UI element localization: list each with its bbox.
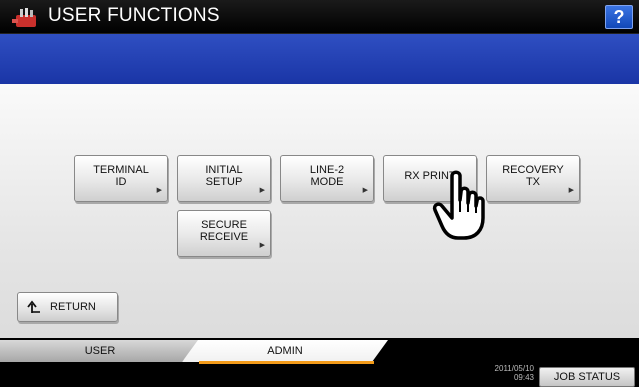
tab-bar: USER ADMIN: [0, 338, 639, 362]
submenu-arrow-icon: ▶: [259, 242, 265, 249]
tab-admin[interactable]: ADMIN: [182, 340, 388, 362]
date-text: 2011/05/10: [494, 364, 534, 373]
job-status-button[interactable]: JOB STATUS: [539, 367, 635, 387]
recovery-tx-button[interactable]: RECOVERY TX ▶: [486, 155, 580, 202]
help-button[interactable]: ?: [605, 5, 633, 29]
button-label: TERMINAL ID: [93, 163, 149, 188]
title-bar: USER FUNCTIONS ?: [0, 0, 639, 34]
submenu-arrow-icon: ▶: [156, 187, 162, 194]
hand-pointer-icon: [432, 170, 485, 240]
submenu-arrow-icon: ▶: [259, 187, 265, 194]
tools-icon: [12, 8, 36, 27]
info-band: [0, 34, 639, 84]
datetime-display: 2011/05/10 09:43: [492, 364, 534, 382]
tab-user[interactable]: USER: [0, 340, 200, 362]
return-label: RETURN: [50, 301, 96, 313]
page-title: USER FUNCTIONS: [48, 5, 220, 26]
submenu-arrow-icon: ▶: [362, 187, 368, 194]
return-button[interactable]: RETURN: [17, 292, 118, 322]
return-arrow-icon: [27, 300, 40, 313]
button-label: SECURE RECEIVE: [199, 218, 249, 243]
button-label: INITIAL SETUP: [205, 163, 243, 188]
secure-receive-button[interactable]: SECURE RECEIVE ▶: [177, 210, 271, 257]
line-2-mode-button[interactable]: LINE-2 MODE ▶: [280, 155, 374, 202]
button-label: LINE-2 MODE: [309, 163, 345, 188]
initial-setup-button[interactable]: INITIAL SETUP ▶: [177, 155, 271, 202]
screen: USER FUNCTIONS ? TERMINAL ID ▶ INITIAL S…: [0, 0, 639, 387]
terminal-id-button[interactable]: TERMINAL ID ▶: [74, 155, 168, 202]
time-text: 09:43: [513, 373, 534, 382]
submenu-arrow-icon: ▶: [568, 187, 574, 194]
button-label: RECOVERY TX: [502, 163, 564, 188]
